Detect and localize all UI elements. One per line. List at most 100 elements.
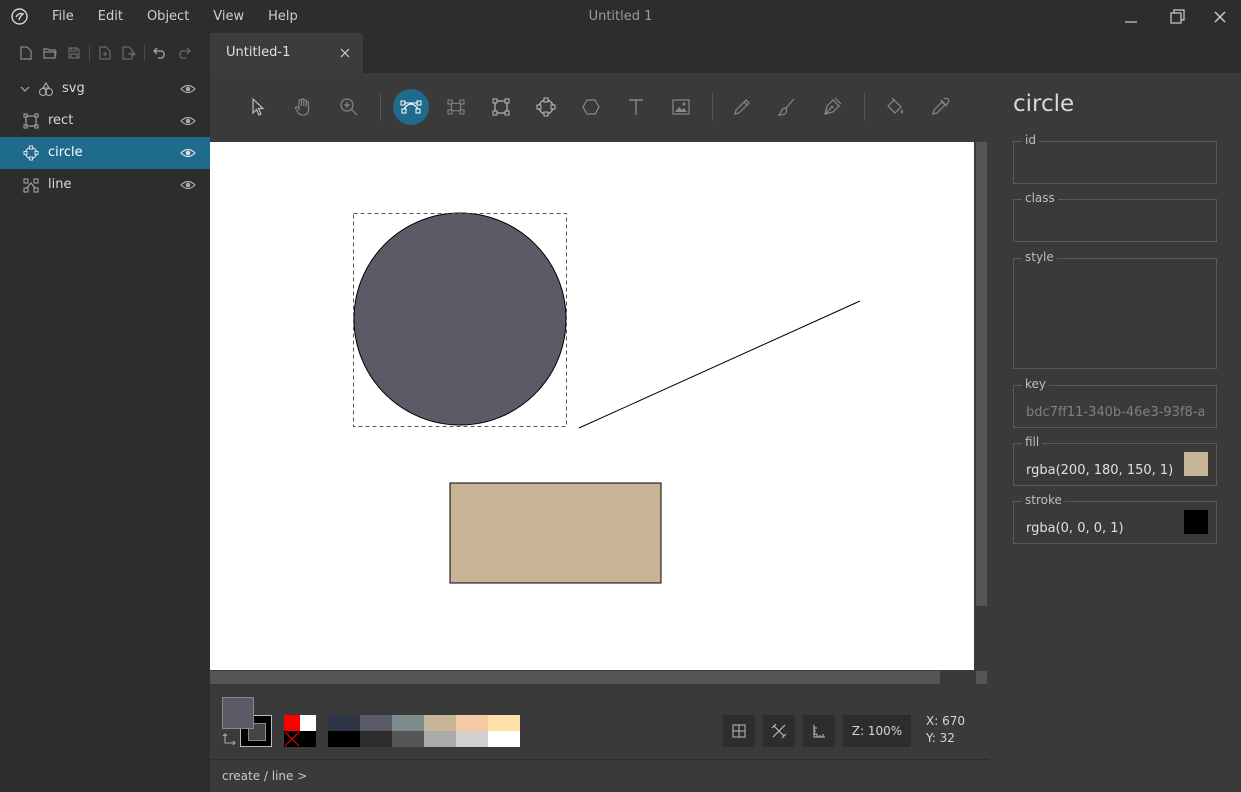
palette-white[interactable]	[300, 715, 316, 731]
image-tool[interactable]	[663, 89, 699, 125]
palette-black[interactable]	[300, 731, 316, 747]
key-input[interactable]	[1014, 386, 1216, 427]
palette-navy[interactable]	[328, 715, 360, 731]
grid-icon	[732, 724, 746, 738]
palette-red[interactable]	[284, 715, 300, 731]
eye-icon[interactable]	[180, 82, 196, 96]
palette-white[interactable]	[488, 731, 520, 747]
class-field[interactable]: class	[1013, 191, 1217, 242]
tools-toolbar	[210, 73, 989, 142]
tab-untitled-1[interactable]: Untitled-1	[210, 33, 363, 73]
text-icon	[629, 99, 643, 115]
chevron-down-icon[interactable]	[20, 81, 30, 97]
menu-help[interactable]: Help	[256, 0, 310, 33]
polygon-tool[interactable]	[573, 89, 609, 125]
menu-object[interactable]: Object	[135, 0, 201, 33]
toolbar-separator	[89, 45, 90, 61]
cursor-icon	[252, 97, 265, 116]
line-shape[interactable]	[578, 300, 861, 429]
undo-icon[interactable]	[148, 41, 172, 65]
paint-bucket-icon	[887, 97, 903, 114]
swap-colors-icon[interactable]	[222, 733, 237, 745]
cursor-y: Y: 32	[926, 731, 955, 745]
magnifier-icon	[340, 98, 358, 116]
cursor-x: X: 670	[926, 714, 965, 728]
minimize-icon[interactable]	[1120, 6, 1142, 28]
text-tool[interactable]	[618, 89, 654, 125]
stroke-field[interactable]: stroke	[1013, 493, 1217, 544]
eye-icon[interactable]	[180, 114, 196, 128]
no-color-icon[interactable]	[284, 731, 300, 747]
save-icon[interactable]	[62, 41, 86, 65]
eye-icon[interactable]	[180, 146, 196, 160]
status-text: create / line >	[222, 769, 308, 783]
palette-gray[interactable]	[392, 731, 424, 747]
open-folder-icon[interactable]	[38, 41, 62, 65]
transform-icon	[447, 99, 465, 115]
node-edit-tool[interactable]	[393, 89, 429, 125]
style-input[interactable]	[1014, 259, 1216, 368]
export-icon[interactable]	[117, 41, 141, 65]
close-icon[interactable]	[1209, 6, 1231, 28]
palette-slate[interactable]	[360, 715, 392, 731]
palette-peach[interactable]	[456, 715, 488, 731]
properties-title: circle	[1013, 91, 1075, 117]
layer-item-circle[interactable]: circle	[0, 137, 210, 169]
title-bar: File Edit Object View Help Untitled 1	[0, 0, 1241, 33]
palette-tan[interactable]	[424, 715, 456, 731]
cursor-coordinates: X: 670 Y: 32	[926, 713, 965, 747]
stroke-color-chip[interactable]	[1184, 510, 1208, 534]
fill-bucket-tool[interactable]	[877, 89, 913, 125]
zoom-tool[interactable]	[331, 89, 367, 125]
palette-gray-teal[interactable]	[392, 715, 424, 731]
eye-icon[interactable]	[180, 178, 196, 192]
pen-tool[interactable]	[814, 89, 850, 125]
palette-cream[interactable]	[488, 715, 520, 731]
rect-tool[interactable]	[483, 89, 519, 125]
layer-item-line[interactable]: line	[0, 169, 210, 201]
palette-silver[interactable]	[456, 731, 488, 747]
canvas-svg	[353, 212, 861, 584]
pencil-tool[interactable]	[724, 89, 760, 125]
palette-dark-gray[interactable]	[360, 731, 392, 747]
close-tab-icon[interactable]	[339, 47, 351, 59]
brush-tool[interactable]	[769, 89, 805, 125]
layer-item-rect[interactable]: rect	[0, 105, 210, 137]
rect-shape[interactable]	[449, 482, 662, 584]
tool-separator	[864, 93, 865, 121]
id-input[interactable]	[1014, 142, 1216, 183]
fill-color-chip[interactable]	[1184, 452, 1208, 476]
menu-view[interactable]: View	[201, 0, 256, 33]
class-input[interactable]	[1014, 200, 1216, 241]
app-logo-icon[interactable]	[11, 8, 28, 25]
zoom-level[interactable]: Z: 100%	[843, 715, 911, 747]
circle-tool[interactable]	[528, 89, 564, 125]
circle-shape[interactable]	[353, 212, 567, 426]
horizontal-scrollbar[interactable]	[210, 671, 940, 684]
hand-tool[interactable]	[285, 89, 321, 125]
vertical-scrollbar[interactable]	[976, 142, 987, 606]
grid-toggle-button[interactable]	[723, 715, 755, 747]
fill-color-swatch[interactable]	[222, 697, 254, 729]
brush-icon	[777, 98, 795, 116]
redo-icon[interactable]	[172, 41, 196, 65]
id-field[interactable]: id	[1013, 133, 1217, 184]
import-icon[interactable]	[93, 41, 117, 65]
status-bar: create / line >	[210, 759, 989, 792]
new-file-icon[interactable]	[14, 41, 38, 65]
key-field[interactable]: key	[1013, 377, 1217, 428]
layer-item-svg[interactable]: svg	[0, 73, 210, 105]
menu-file[interactable]: File	[40, 0, 86, 33]
palette-light-gray[interactable]	[424, 731, 456, 747]
ruler-toggle-button[interactable]	[803, 715, 835, 747]
transform-tool[interactable]	[438, 89, 474, 125]
style-field[interactable]: style	[1013, 250, 1217, 369]
snap-toggle-button[interactable]	[763, 715, 795, 747]
fill-field[interactable]: fill	[1013, 435, 1217, 486]
palette-black[interactable]	[328, 731, 360, 747]
drawing-canvas[interactable]	[210, 142, 974, 670]
menu-edit[interactable]: Edit	[86, 0, 135, 33]
restore-icon[interactable]	[1166, 6, 1188, 28]
select-tool[interactable]	[240, 89, 276, 125]
eyedropper-tool[interactable]	[922, 89, 958, 125]
